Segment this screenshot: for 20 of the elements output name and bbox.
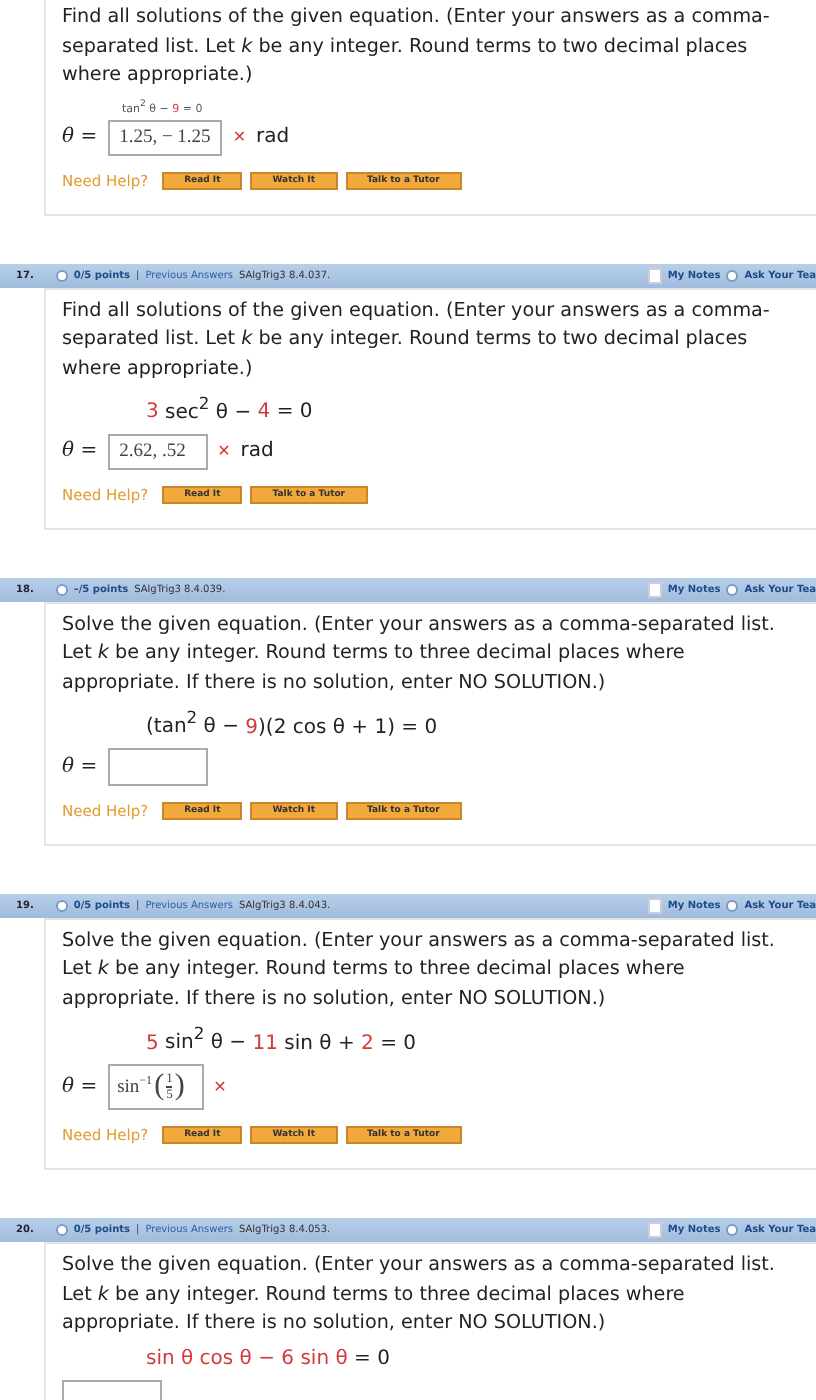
question-text: Solve the given equation. (Enter your answers as a comma-separated list. Let k be any integer. Round terms to three decimal places where appropriate. If there is no solution, enter NO SOLUTION.): [62, 1251, 777, 1339]
question-text: Solve the given equation. (Enter your answers as a comma-separated list. Let k be any integer. Round terms to three decimal places where appropriate. If there is no solution, enter NO SOLUTION.): [62, 611, 777, 698]
theta-label: θ =: [62, 126, 98, 149]
theta-label: θ =: [62, 755, 98, 778]
question-text: Find all solutions of the given equation. (Enter your answers as a comma-separated list. Let k be any integer. Round terms to two decimal places where appropriate.): [62, 4, 772, 91]
question-text: Find all solutions of the given equation. (Enter your answers as a comma-separated list. Let k be any integer. Round terms to two decimal places where appropriate.): [62, 297, 772, 384]
answer-field[interactable]: 1.25, − 1.25: [107, 119, 223, 156]
wrong-mark: ✕: [213, 1077, 227, 1096]
unit-label: rad: [240, 440, 274, 463]
wrong-mark: ✕: [217, 442, 231, 461]
equation: (tan$^{2}$ θ − 9)(2 cos θ + 1) = 0: [146, 707, 440, 738]
answer-field[interactable]: 2.62, .52: [107, 433, 208, 470]
theta-label: θ =: [62, 1075, 98, 1098]
question-text: Solve the given equation. (Enter your answers as a comma-separated list. Let k be any integer. Round terms to three decimal places where appropriate. If there is no solution, enter NO SOLUTION.): [62, 927, 777, 1015]
equation: 3 sec$^{2}$ θ − 4 = 0: [146, 392, 315, 424]
wrong-mark: ✕: [232, 128, 247, 147]
equation: 5 sin$^{2}$ θ − 11 sin θ + 2 = 0: [146, 1023, 419, 1054]
unit-label: rad: [256, 126, 290, 149]
theta-label: θ =: [62, 440, 98, 463]
equation: sin θ cos θ − 6 sin θ = 0: [146, 1347, 392, 1370]
